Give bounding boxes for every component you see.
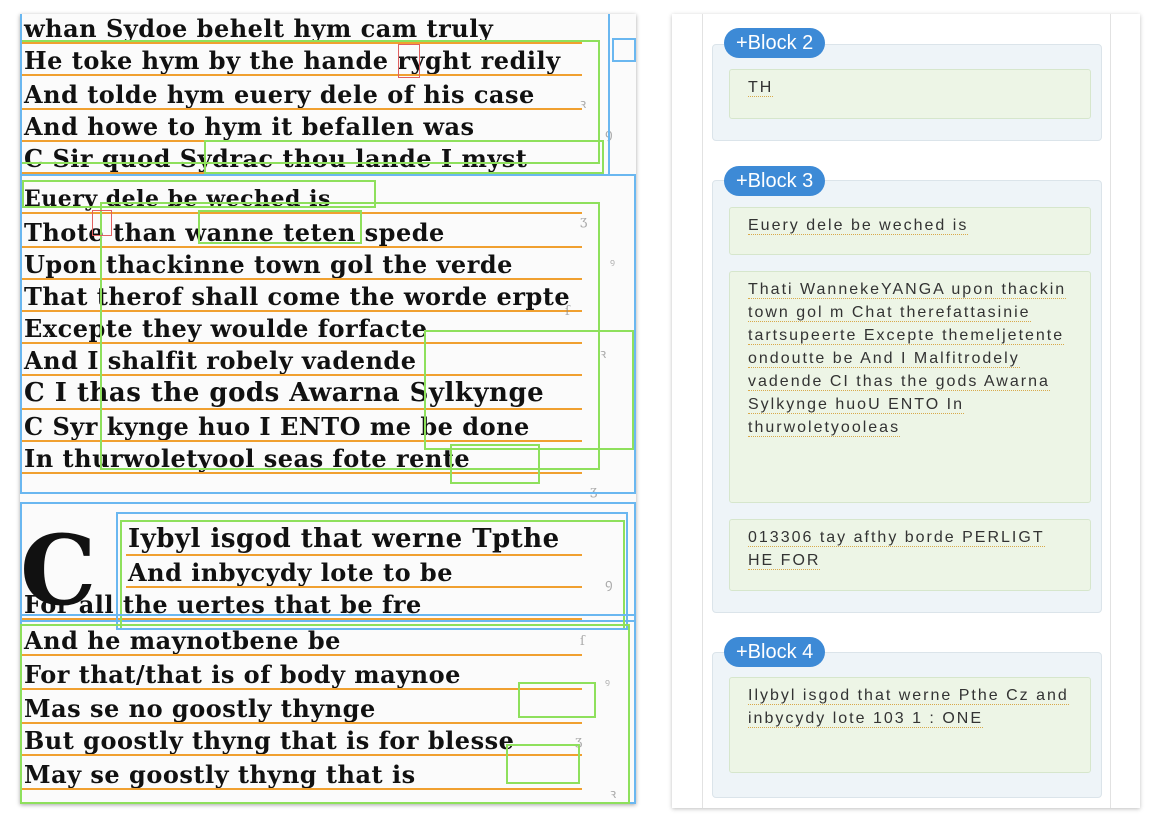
block-4-tag-button[interactable]: +Block 4	[724, 637, 826, 667]
ocr-line-card[interactable]: TH	[729, 69, 1091, 119]
ocr-line-card[interactable]: Euery dele be weched is	[729, 207, 1091, 255]
ocr-block-4: Ilybyl isgod that werne Pthe Cz and inby…	[712, 652, 1102, 798]
ocr-line-card[interactable]: Thati WannekeYANGA upon thackin town gol…	[729, 271, 1091, 503]
region-bounding-box[interactable]	[20, 14, 610, 176]
ocr-line-text: TH	[748, 79, 774, 97]
panel-guide-line-right	[1110, 14, 1111, 808]
line-bounding-box[interactable]	[424, 330, 634, 450]
line-bounding-box[interactable]	[518, 682, 596, 718]
ocr-line-text: Ilybyl isgod that werne Pthe Cz and inby…	[748, 687, 1069, 728]
ocr-line-text: Thati WannekeYANGA upon thackin town gol…	[748, 281, 1067, 437]
line-bounding-box[interactable]	[450, 444, 540, 484]
scanned-page-image: C whan Sydoe behelt hym cam truly He toke…	[20, 14, 636, 804]
ocr-block-2: TH	[712, 44, 1102, 141]
line-bounding-box[interactable]	[198, 210, 362, 244]
line-bounding-box[interactable]	[398, 44, 420, 78]
panel-guide-line-left	[702, 14, 703, 808]
ocr-line-card[interactable]: Ilybyl isgod that werne Pthe Cz and inby…	[729, 677, 1091, 773]
ocr-line-text: Euery dele be weched is	[748, 217, 969, 235]
block-2-tag-button[interactable]: +Block 2	[724, 28, 826, 58]
ocr-line-text: 013306 tay afthy borde PERLIGT HE FOR	[748, 529, 1045, 570]
block-3-tag-button[interactable]: +Block 3	[724, 166, 826, 196]
line-bounding-box[interactable]	[506, 744, 580, 784]
ocr-results-panel: TH +Block 2 Euery dele be weched is That…	[672, 14, 1140, 808]
region-bounding-box[interactable]	[612, 38, 636, 62]
ocr-block-3: Euery dele be weched is Thati WannekeYAN…	[712, 180, 1102, 613]
region-bounding-box[interactable]	[116, 512, 628, 630]
line-bounding-box[interactable]	[92, 210, 112, 236]
ocr-line-card[interactable]: 013306 tay afthy borde PERLIGT HE FOR	[729, 519, 1091, 591]
